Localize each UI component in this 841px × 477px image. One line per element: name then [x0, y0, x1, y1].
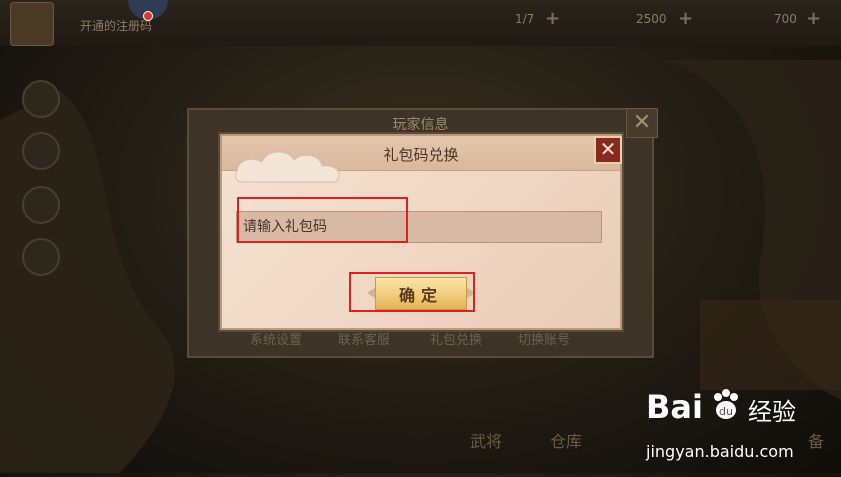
cloud-decoration-icon: [235, 151, 340, 183]
watermark-url: jingyan.baidu.com: [646, 442, 794, 461]
watermark-brand: Bai: [646, 388, 703, 426]
top-hud: 开通的注册码 1/7 + 2500 + 700 +: [0, 0, 841, 46]
side-menu-button-3[interactable]: [22, 186, 60, 224]
player-avatar[interactable]: [10, 2, 54, 46]
player-info-close-button[interactable]: ✕: [626, 108, 658, 138]
hud-tip-text: 开通的注册码: [80, 19, 153, 33]
resource-gold: 700: [774, 12, 797, 26]
add-copper-icon[interactable]: +: [678, 8, 693, 29]
add-gold-icon[interactable]: +: [806, 8, 821, 29]
menu-switch-account[interactable]: 切换账号: [518, 329, 570, 348]
nav-warehouse[interactable]: 仓库: [550, 428, 582, 452]
baidu-watermark: Bai du 经验 jingyan.baidu.com: [640, 382, 836, 470]
resource-stamina: 1/7: [515, 12, 535, 26]
side-menu-button-4[interactable]: [22, 238, 60, 276]
menu-gift-redeem[interactable]: 礼包兑换: [430, 329, 482, 348]
side-menu-button-1[interactable]: [22, 80, 60, 118]
dialog-close-button[interactable]: ✕: [594, 136, 622, 164]
paw-icon: du: [714, 389, 738, 419]
side-menu-button-2[interactable]: [22, 132, 60, 170]
menu-contact-support[interactable]: 联系客服: [338, 329, 390, 348]
menu-system-settings[interactable]: 系统设置: [250, 329, 302, 348]
notification-dot: [143, 11, 153, 21]
player-info-title: 玩家信息: [392, 117, 449, 133]
gift-code-input[interactable]: [236, 211, 602, 243]
svg-text:du: du: [719, 405, 733, 418]
resource-copper: 2500: [636, 12, 667, 26]
add-stamina-icon[interactable]: +: [545, 8, 560, 29]
confirm-button[interactable]: 确定: [375, 277, 467, 310]
nav-generals[interactable]: 武将: [470, 428, 502, 452]
watermark-brand-suffix: 经验: [748, 398, 796, 426]
